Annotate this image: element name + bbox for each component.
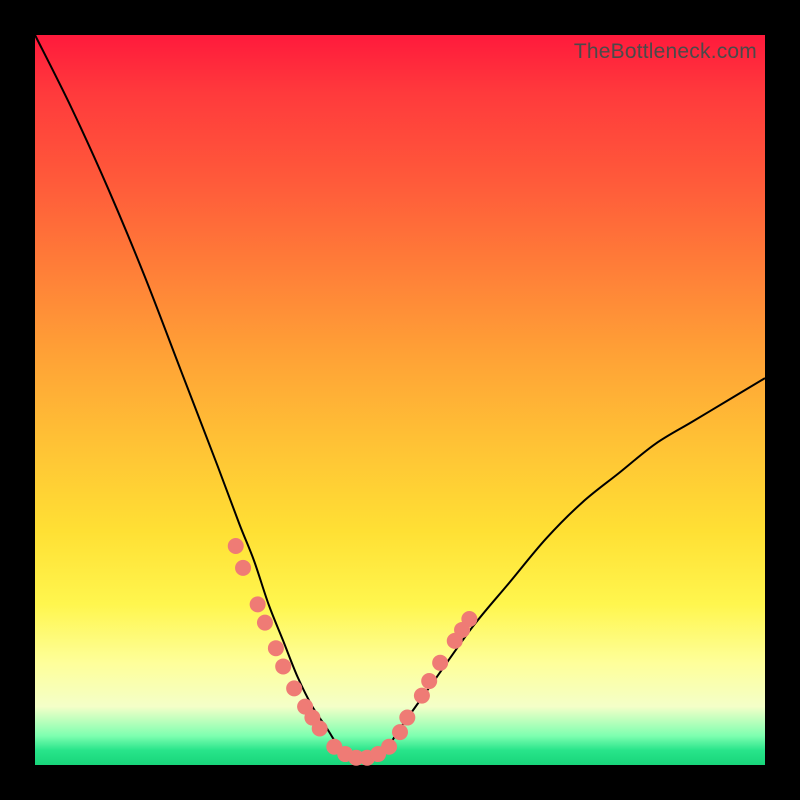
curve-marker bbox=[275, 658, 291, 674]
chart-frame: TheBottleneck.com bbox=[35, 35, 765, 765]
curve-markers bbox=[228, 538, 478, 766]
watermark-text: TheBottleneck.com bbox=[574, 40, 757, 64]
curve-marker bbox=[228, 538, 244, 554]
curve-marker bbox=[381, 739, 397, 755]
curve-marker bbox=[392, 724, 408, 740]
curve-marker bbox=[250, 596, 266, 612]
bottleneck-curve-svg bbox=[35, 35, 765, 765]
curve-marker bbox=[421, 673, 437, 689]
curve-marker bbox=[235, 560, 251, 576]
curve-marker bbox=[286, 680, 302, 696]
curve-marker bbox=[461, 611, 477, 627]
curve-marker bbox=[257, 615, 273, 631]
curve-marker bbox=[414, 688, 430, 704]
curve-marker bbox=[268, 640, 284, 656]
curve-marker bbox=[432, 655, 448, 671]
curve-marker bbox=[399, 710, 415, 726]
curve-marker bbox=[312, 721, 328, 737]
bottleneck-curve bbox=[35, 35, 765, 759]
